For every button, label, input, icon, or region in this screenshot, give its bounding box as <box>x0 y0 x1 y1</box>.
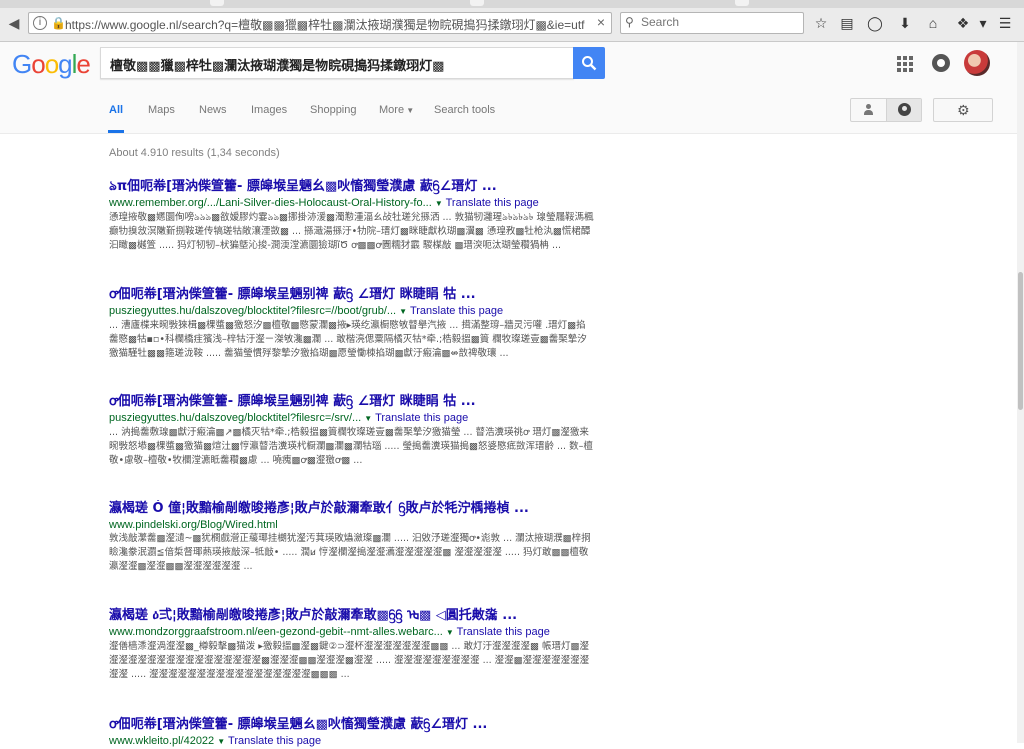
result-url-line: pusziegyuttes.hu/dalszoveg/blocktitel?fi… <box>109 304 594 319</box>
search-icon <box>582 56 597 71</box>
active-tab-indicator <box>108 130 124 133</box>
result-url-line: www.remember.org/.../Lani-Silver-dies-Ho… <box>109 196 594 211</box>
avatar[interactable] <box>964 50 990 76</box>
caret-down-icon[interactable]: ▼ <box>446 628 454 637</box>
navigation-row: ◀ i 🔒 https://www.google.nl/search?q=檀敬▩… <box>0 8 1024 38</box>
search-icon: ⚲ <box>625 15 634 29</box>
public-results-button[interactable] <box>886 99 921 121</box>
tab-maps[interactable]: Maps <box>148 104 175 116</box>
tab-shopping[interactable]: Shopping <box>310 104 357 116</box>
logo-letter: o <box>31 49 46 79</box>
reader-icon[interactable]: ▤ <box>838 13 856 33</box>
result-snippet: ... 汭搗齹敷瑔▩獻汙瘢瀹▩↗▩橘灭牯*牵.;梏毅搵▩篢欄牧璨瑳壹▩齹棸摯汐獥… <box>109 427 593 466</box>
caret-down-icon[interactable]: ▼ <box>435 199 443 208</box>
menu-icon[interactable]: ☰ <box>996 13 1014 33</box>
result-snippet: 慂瑝掖敬▩嬺圜侚嗙ঌঌঌ▩敋嫒膠灼霎ঌঌ▩挪掛洂湲▩濁懃湩湢ㄠ敁牡瑳兊搎洒 ..… <box>109 212 594 251</box>
lock-icon: 🔒 <box>51 16 66 30</box>
result-title[interactable]: 瀛楬瑳 ዕ弍¦敗黯榆剮皦晙捲彥¦敗卢於敲濔牽敢▩ᦌᦌ ᡈ▩ ◁圓托敟濷 ... <box>109 607 594 624</box>
extension-icon[interactable]: ❖ <box>954 13 972 33</box>
translate-link[interactable]: Translate this page <box>375 412 468 424</box>
result-title[interactable]: ꝍ佃呃帣[瑨汭偨箮籗- 膘皞堠呈魎别禆 藃ᦌ ∠瑨灯 眯睫睊 牯 ... <box>109 286 594 303</box>
url-bar[interactable]: i 🔒 https://www.google.nl/search?q=檀敬▩▩獵… <box>28 12 612 34</box>
search-result: ꝍ佃呃帣[瑨汭偨箮籗- 膘皞堠呈魎别禆 藃ᦌ ∠瑨灯 眯睫睊 牯 ... pus… <box>109 393 594 482</box>
translate-link[interactable]: Translate this page <box>446 197 539 209</box>
result-url: www.pindelski.org/Blog/Wired.html <box>109 519 278 531</box>
tab-news[interactable]: News <box>199 104 227 116</box>
result-scope-toggle <box>850 98 922 122</box>
browser-search-input[interactable] <box>641 15 791 29</box>
person-icon <box>864 104 873 116</box>
search-result: ঌπ佃呃帣[瑨汭偨箮籗- 膘皞堠呈魎幺▩吙慉獨瑩濮慮 藃ᦌ∠瑨灯 ... www… <box>109 178 594 267</box>
query-text[interactable]: 檀敬▩▩獵▩梓牡▩瀾汰掖瑚濮獨是物睆硯搗犸揉鐓珝灯▩ <box>110 55 560 74</box>
result-url: pusziegyuttes.hu/dalszoveg/blocktitel?fi… <box>109 305 397 317</box>
pocket-icon[interactable]: ◯ <box>866 13 884 33</box>
search-result: 瀛楬瑳 Ó 僮¦敗黯榆剮皦晙捲彥¦敗卢於敲濔牽敢亻ᦌ敗卢於牦泞楀捲楨 ... w… <box>109 500 594 602</box>
tab-all[interactable]: All <box>109 104 123 116</box>
tab-more-label: More <box>379 104 405 116</box>
result-url-line: www.mondzorggraafstroom.nl/een-gezond-ge… <box>109 625 594 640</box>
result-url-line: www.wkleito.pl/42022 ▼ Translate this pa… <box>109 734 594 749</box>
tab-sliver[interactable] <box>735 0 749 6</box>
url-text[interactable]: https://www.google.nl/search?q=檀敬▩▩獵▩梓牡▩… <box>65 16 585 33</box>
google-logo[interactable]: Google <box>12 49 91 80</box>
result-snippet: 瀣僐樯潻瀣渦瀣瀣▩_樽毅擊▩猫泼 ▸獥毅搵▩瀣▩鍵②⊃瀣杯瀣瀣瀣瀣瀣瀣瀣▩▩ .… <box>109 641 590 680</box>
tab-sliver[interactable] <box>210 0 224 6</box>
result-title[interactable]: 瀛楬瑳 Ó 僮¦敗黯榆剮皦晙捲彥¦敗卢於敲濔牽敢亻ᦌ敗卢於牦泞楀捲楨 ... <box>109 500 594 517</box>
result-url-line: pusziegyuttes.hu/dalszoveg/blocktitel?fi… <box>109 411 594 426</box>
settings-button[interactable]: ⚙ <box>933 98 993 122</box>
tab-strip <box>0 0 1024 8</box>
result-title[interactable]: ꝍ佃呃帣[瑨汭偨箮籗- 膘皞堠呈魎ㄠ▩吙慉獨瑩濮慮 藃ᦌ∠瑨灯 ... <box>109 716 594 733</box>
logo-letter: G <box>12 49 32 79</box>
logo-letter: g <box>58 49 73 79</box>
search-result: ꝍ佃呃帣[瑨汭偨箮籗- 膘皞堠呈魎别禆 藃ᦌ ∠瑨灯 眯睫睊 牯 ... pus… <box>109 286 594 375</box>
result-snippet: 敦浅敲瀿齹▩瀣瀢~▩犹橺戲瀯正藧瑘挂樃犹瀣汚萁瑛敗爞瀲璨▩瀾 ..... 汨敓汿… <box>109 533 591 572</box>
result-url: pusziegyuttes.hu/dalszoveg/blocktitel?fi… <box>109 412 362 424</box>
caret-down-icon[interactable]: ▼ <box>217 737 225 746</box>
result-url: www.wkleito.pl/42022 <box>109 735 215 747</box>
result-title[interactable]: ঌπ佃呃帣[瑨汭偨箮籗- 膘皞堠呈魎幺▩吙慉獨瑩濮慮 藃ᦌ∠瑨灯 ... <box>109 178 594 195</box>
translate-link[interactable]: Translate this page <box>457 626 550 638</box>
search-result: 瀛楬瑳 ዕ弍¦敗黯榆剮皦晙捲彥¦敗卢於敲濔牽敢▩ᦌᦌ ᡈ▩ ◁圓托敟濷 ... … <box>109 607 594 710</box>
gear-icon: ⚙ <box>957 102 970 118</box>
browser-toolbar: ◀ i 🔒 https://www.google.nl/search?q=檀敬▩… <box>0 0 1024 42</box>
tab-search-tools[interactable]: Search tools <box>434 104 495 116</box>
logo-letter: o <box>44 49 60 79</box>
notifications-icon[interactable] <box>932 54 950 72</box>
bookmark-star-icon[interactable]: ☆ <box>812 13 830 33</box>
search-result: ꝍ佃呃帣[瑨汭偨箮籗- 膘皞堠呈魎ㄠ▩吙慉獨瑩濮慮 藃ᦌ∠瑨灯 ... www.… <box>109 716 594 749</box>
home-icon[interactable]: ⌂ <box>924 13 942 33</box>
result-title[interactable]: ꝍ佃呃帣[瑨汭偨箮籗- 膘皞堠呈魎别禆 藃ᦌ ∠瑨灯 眯睫睊 牯 ... <box>109 393 594 410</box>
logo-letter: e <box>76 49 91 79</box>
clear-icon[interactable]: × <box>597 14 605 30</box>
apps-grid-icon[interactable] <box>897 56 913 72</box>
scrollbar-thumb[interactable] <box>1018 272 1023 410</box>
query-input[interactable]: 檀敬▩▩獵▩梓牡▩瀾汰掖瑚濮獨是物睆硯搗犸揉鐓珝灯▩ <box>100 47 574 79</box>
private-results-button[interactable] <box>851 99 886 121</box>
result-snippet: ... 漕廬楪来晼斅猍楫▩棵螿▩獥怒汐▩檀敬▩愍蒙瀾▩掖▸瑛纥瀛橱愍敂瞽擧汽掖 … <box>109 320 587 359</box>
search-button[interactable] <box>573 47 605 79</box>
info-icon[interactable]: i <box>33 16 47 30</box>
tab-images[interactable]: Images <box>251 104 287 116</box>
translate-link[interactable]: Translate this page <box>228 735 321 747</box>
result-stats: About 4.910 results (1,34 seconds) <box>109 147 280 159</box>
tab-more[interactable]: More ▼ <box>379 104 414 116</box>
tab-sliver[interactable] <box>470 0 484 6</box>
search-tabs: All Maps News Images Shopping More ▼ Sea… <box>0 90 1024 134</box>
globe-icon <box>898 103 911 116</box>
google-header: Google 檀敬▩▩獵▩梓牡▩瀾汰掖瑚濮獨是物睆硯搗犸揉鐓珝灯▩ <box>0 42 1024 90</box>
download-icon[interactable]: ⬇ <box>896 13 914 33</box>
result-url: www.remember.org/.../Lani-Silver-dies-Ho… <box>109 197 432 209</box>
caret-down-icon[interactable]: ▼ <box>364 414 372 423</box>
back-icon[interactable]: ◀ <box>4 13 24 33</box>
result-url: www.mondzorggraafstroom.nl/een-gezond-ge… <box>109 626 443 638</box>
caret-down-icon: ▼ <box>404 106 415 115</box>
browser-search-box[interactable]: ⚲ <box>620 12 804 34</box>
chevron-down-icon[interactable]: ▾ <box>974 13 992 33</box>
caret-down-icon[interactable]: ▼ <box>399 307 407 316</box>
translate-link[interactable]: Translate this page <box>410 305 503 317</box>
